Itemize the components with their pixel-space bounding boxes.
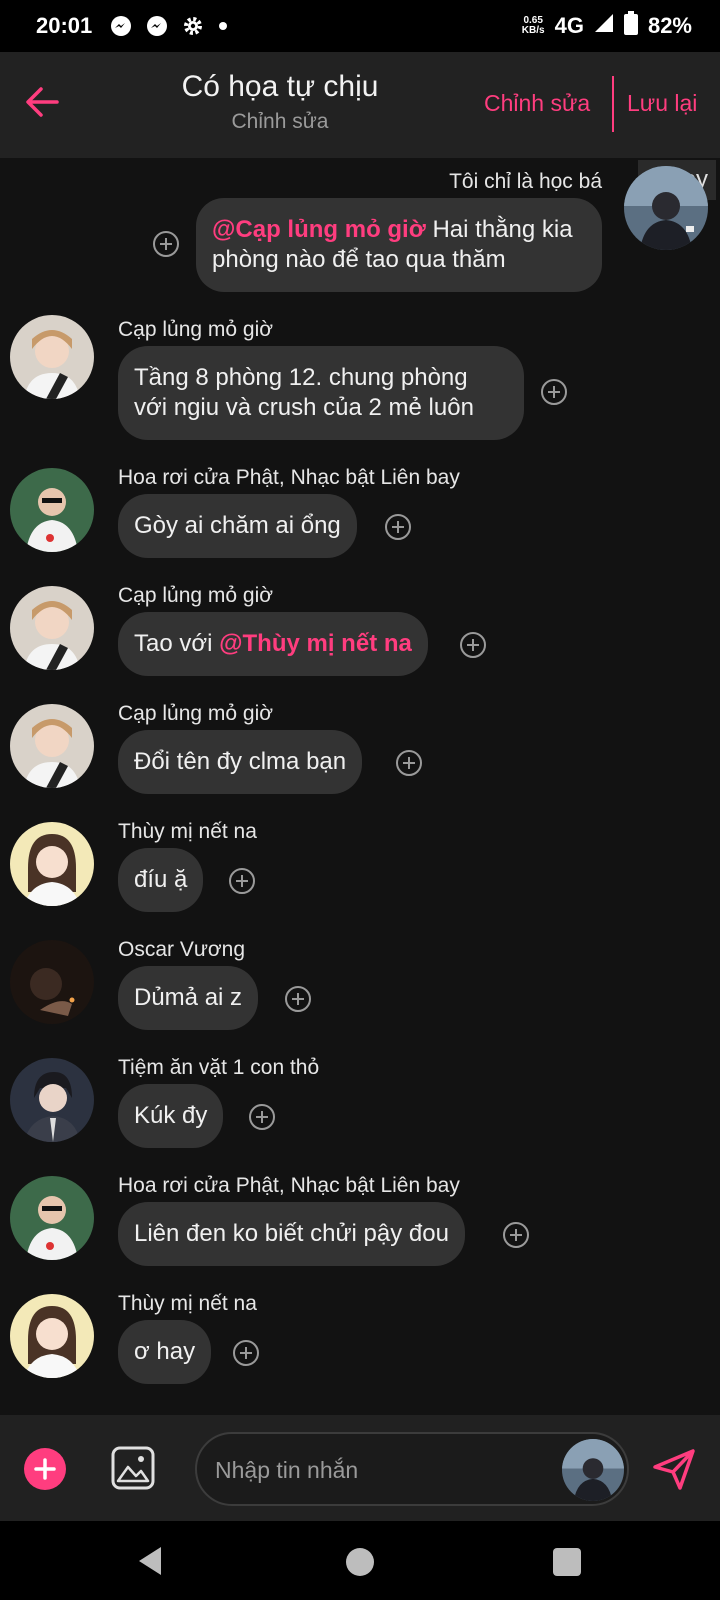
message-text: đíu ặ [134,866,188,893]
avatar[interactable] [10,704,94,788]
network-speed-unit: KB/s [521,25,545,36]
message-list[interactable]: Tôi chỉ là học bá 22 joy @Cạp lủng mỏ gi… [0,158,720,1415]
add-reaction-icon[interactable] [233,1340,259,1366]
messenger-icon [110,15,132,37]
avatar[interactable] [10,315,94,399]
avatar[interactable] [10,822,94,906]
message-bubble[interactable]: Liên đen ko biết chửi pậy đou [118,1202,465,1266]
dot-icon [218,21,228,31]
add-reaction-icon[interactable] [385,514,411,540]
sender-name: Cạp lủng mỏ giờ [118,702,274,725]
message-text: với ngiu và crush của 2 mẻ luôn [134,394,474,421]
sender-name: Cạp lủng mỏ giờ [118,318,274,341]
message-input[interactable] [215,1452,545,1488]
add-reaction-icon[interactable] [541,379,567,405]
sender-name: Thùy mị nết na [118,820,257,843]
triangle-back-icon [139,1547,161,1575]
message-bubble[interactable]: đíu ặ [118,848,204,912]
avatar[interactable] [10,940,94,1024]
message-text: Tầng 8 phòng 12. chung phòng [134,364,468,391]
message-bubble[interactable]: Dủmả ai z [118,966,259,1030]
nav-home-button[interactable] [346,1548,374,1576]
status-bar: 20:01 0.65 KB/s 4G 82% [0,0,720,52]
header-divider [612,76,614,132]
message-text: Dủmả ai z [134,984,243,1011]
avatar[interactable] [10,468,94,552]
sender-name: Tiệm ăn vặt 1 con thỏ [118,1056,320,1079]
avatar[interactable] [624,166,708,250]
network-type: 4G [554,13,584,38]
send-icon [653,1449,695,1490]
message-text: phòng nào để tao qua thăm [212,246,506,273]
mention[interactable]: @Cạp lủng mỏ giờ [212,216,426,243]
add-reaction-icon[interactable] [229,868,255,894]
title-block: Có họa tự chịu Chỉnh sửa [0,70,560,134]
save-button[interactable]: Lưu lại [627,90,697,117]
message-text: Tao với [134,630,220,657]
add-reaction-icon[interactable] [285,986,311,1012]
add-reaction-icon[interactable] [460,632,486,658]
page-title: Có họa tự chịu [181,70,379,103]
image-icon [111,1446,155,1490]
message-bubble[interactable]: Tao với @Thùy mị nết na [118,612,428,676]
send-button[interactable] [650,1445,698,1493]
gallery-button[interactable] [110,1445,156,1491]
add-button[interactable] [24,1448,66,1490]
sender-name: Hoa rơi cửa Phật, Nhạc bật Liên bay [118,1174,460,1197]
nav-back-button[interactable] [137,1545,163,1582]
sender-name: Hoa rơi cửa Phật, Nhạc bật Liên bay [118,466,460,489]
message-text: ơ hay [134,1338,196,1365]
messenger-icon [146,15,168,37]
message-bubble[interactable]: Tầng 8 phòng 12. chung phòng với ngiu và… [118,346,524,440]
add-reaction-icon[interactable] [249,1104,275,1130]
sender-name: Cạp lủng mỏ giờ [118,584,274,607]
sender-name: Thùy mị nết na [118,1292,257,1315]
avatar[interactable] [10,1058,94,1142]
battery-level: 82% [647,13,692,38]
avatar[interactable] [10,1176,94,1260]
message-input-wrapper[interactable] [195,1432,629,1506]
page-subtitle: Chỉnh sửa [231,110,329,133]
message-bubble[interactable]: Gòy ai chăm ai ổng [118,494,357,558]
nav-recents-button[interactable] [553,1548,581,1576]
composer-bar [0,1415,720,1521]
gear-icon [182,15,204,37]
message-bubble[interactable]: Kúk đy [118,1084,224,1148]
message-bubble[interactable]: Đổi tên đy clma bạn [118,730,363,794]
battery-icon [623,11,638,41]
message-bubble[interactable]: @Cạp lủng mỏ giờ Hai thằng kia phòng nào… [196,198,602,292]
mention[interactable]: @Thùy mị nết na [219,630,412,657]
sender-name: Oscar Vương [118,938,246,961]
message-text: Kúk đy [134,1102,208,1129]
message-text: Hai thằng kia [425,216,573,243]
add-reaction-icon[interactable] [503,1222,529,1248]
message-bubble[interactable]: ơ hay [118,1320,212,1384]
message-text: Liên đen ko biết chửi pậy đou [134,1220,449,1247]
chat-header: Có họa tự chịu Chỉnh sửa Chỉnh sửa Lưu l… [0,52,720,158]
add-reaction-icon[interactable] [153,231,179,257]
sender-name: Tôi chỉ là học bá [449,170,602,193]
plus-icon [34,1458,56,1480]
edit-button[interactable]: Chỉnh sửa [484,90,590,117]
signal-icon [594,13,614,39]
system-navigation-bar [0,1521,720,1600]
avatar[interactable] [562,1439,624,1501]
message-text: Gòy ai chăm ai ổng [134,512,341,539]
add-reaction-icon[interactable] [396,750,422,776]
avatar[interactable] [10,586,94,670]
avatar[interactable] [10,1294,94,1378]
network-speed: 0.65 KB/s [522,16,545,36]
message-text: Đổi tên đy clma bạn [134,748,347,775]
status-time: 20:01 [36,13,93,38]
